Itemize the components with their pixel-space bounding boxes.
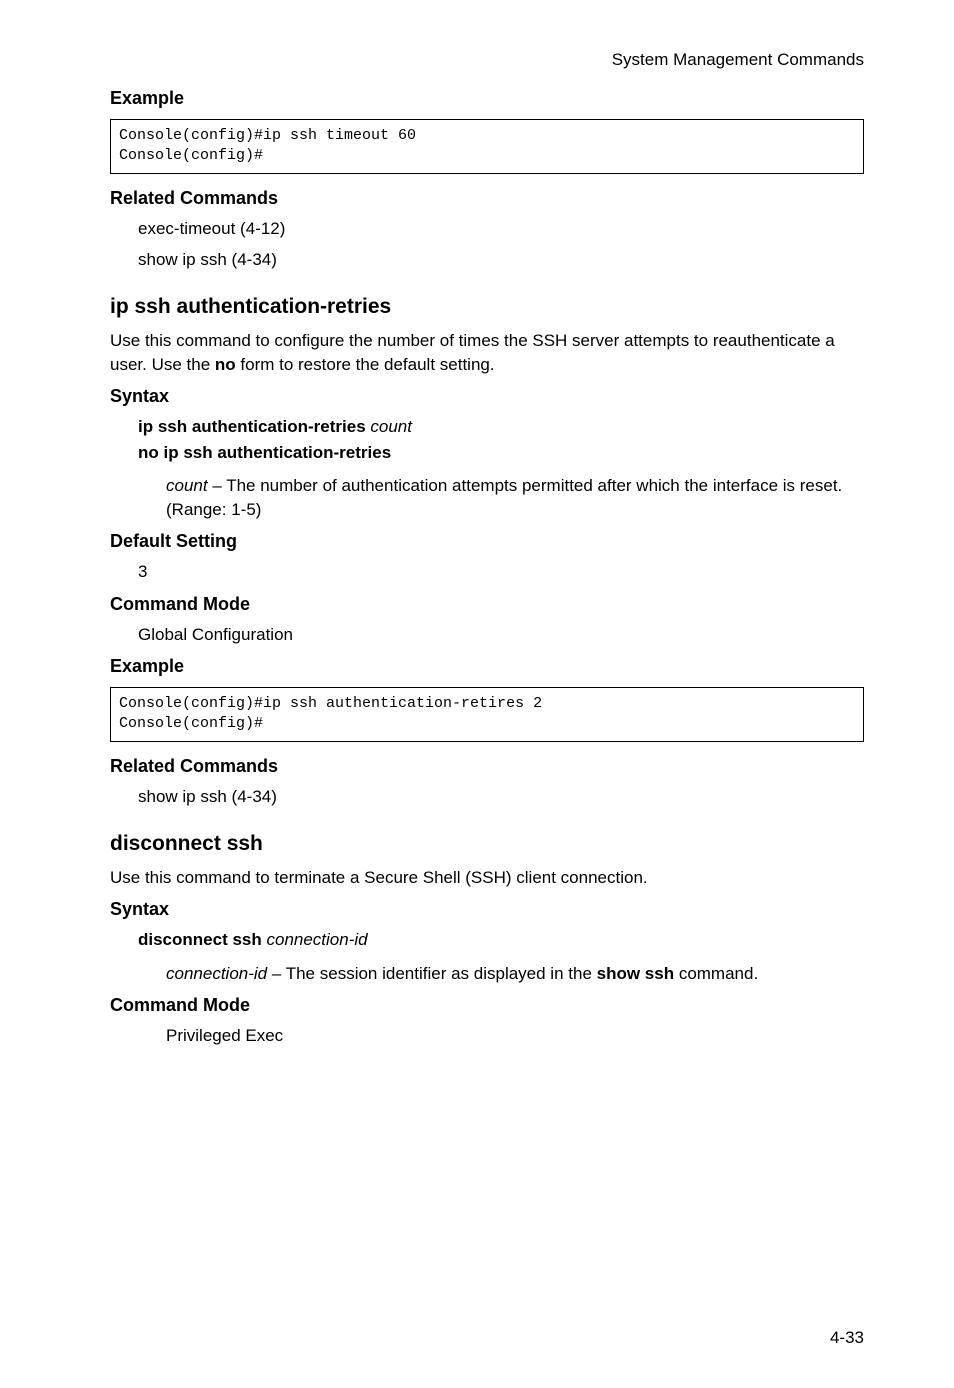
param-end-text: command. xyxy=(674,964,758,983)
command-title-disconnect-ssh: disconnect ssh xyxy=(110,832,864,856)
related-command-item: show ip ssh (4-34) xyxy=(138,248,864,271)
syntax-param-desc: connection-id – The session identifier a… xyxy=(166,962,864,985)
example-heading-1: Example xyxy=(110,88,864,109)
desc-text-b: form to restore the default setting. xyxy=(236,355,495,374)
syntax-heading-1: Syntax xyxy=(110,386,864,407)
command-description: Use this command to configure the number… xyxy=(110,329,864,376)
syntax-line-1: ip ssh authentication-retries count xyxy=(138,415,864,438)
param-mid-text: – The session identifier as displayed in… xyxy=(267,964,597,983)
syntax-param-desc: count – The number of authentication att… xyxy=(166,474,864,521)
default-setting-value: 3 xyxy=(138,560,864,583)
command-mode-heading-2: Command Mode xyxy=(110,995,864,1016)
example-heading-2: Example xyxy=(110,656,864,677)
desc-bold-no: no xyxy=(215,355,236,374)
command-mode-value: Global Configuration xyxy=(138,623,864,646)
command-description: Use this command to terminate a Secure S… xyxy=(110,866,864,889)
page-number: 4-33 xyxy=(830,1328,864,1348)
related-command-item: show ip ssh (4-34) xyxy=(138,785,864,808)
syntax-param: count xyxy=(370,417,412,436)
syntax-heading-2: Syntax xyxy=(110,899,864,920)
syntax-command: ip ssh authentication-retries xyxy=(138,417,370,436)
command-mode-value: Privileged Exec xyxy=(166,1024,864,1047)
related-commands-heading-1: Related Commands xyxy=(110,188,864,209)
command-mode-heading-1: Command Mode xyxy=(110,594,864,615)
syntax-line-2: no ip ssh authentication-retries xyxy=(138,441,864,464)
param-description: – The number of authentication attempts … xyxy=(166,476,842,518)
code-block-1: Console(config)#ip ssh timeout 60 Consol… xyxy=(110,119,864,174)
related-command-item: exec-timeout (4-12) xyxy=(138,217,864,240)
syntax-line-3: disconnect ssh connection-id xyxy=(138,928,864,951)
page-header-right: System Management Commands xyxy=(110,50,864,70)
default-setting-heading: Default Setting xyxy=(110,531,864,552)
syntax-command: disconnect ssh xyxy=(138,930,266,949)
param-name: count xyxy=(166,476,208,495)
param-name: connection-id xyxy=(166,964,267,983)
command-title-ip-ssh-auth-retries: ip ssh authentication-retries xyxy=(110,295,864,319)
related-commands-heading-2: Related Commands xyxy=(110,756,864,777)
param-bold-show-ssh: show ssh xyxy=(597,964,674,983)
syntax-param: connection-id xyxy=(266,930,367,949)
code-block-2: Console(config)#ip ssh authentication-re… xyxy=(110,687,864,742)
